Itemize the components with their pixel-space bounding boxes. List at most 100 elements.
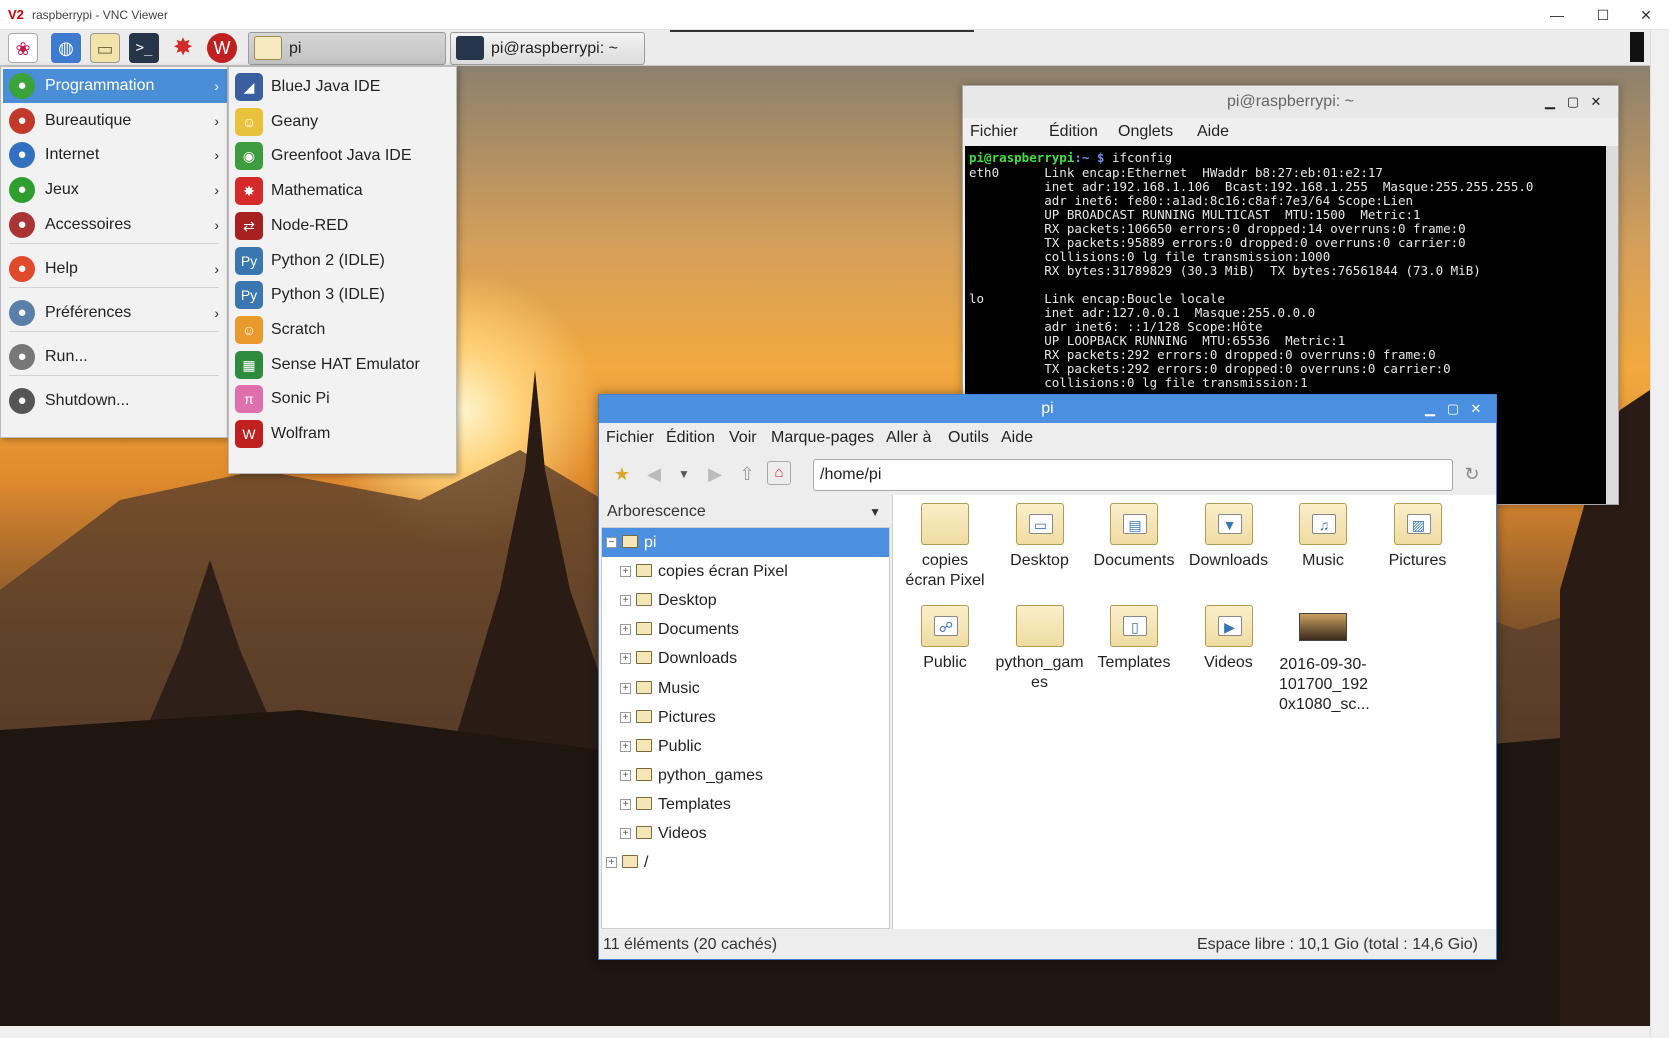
submenu-item-7[interactable]: ☺ Scratch bbox=[229, 311, 456, 348]
tray-icon[interactable] bbox=[1630, 32, 1644, 62]
maximize-icon[interactable]: ▢ bbox=[1444, 400, 1462, 418]
tree-item[interactable]: + Public bbox=[602, 732, 889, 761]
forward-icon[interactable]: ▶ bbox=[702, 461, 728, 487]
expander-icon[interactable]: + bbox=[620, 566, 631, 578]
file-item[interactable]: ♫ Music bbox=[1279, 503, 1367, 571]
tree-item-label: Downloads bbox=[658, 650, 738, 668]
go-icon[interactable]: ↻ bbox=[1459, 461, 1485, 487]
address-bar-input[interactable]: /home/pi bbox=[813, 459, 1453, 491]
maximize-icon[interactable]: ▢ bbox=[1564, 93, 1582, 111]
menu-item-7[interactable]: ● Run... bbox=[3, 340, 227, 374]
submenu-item-2[interactable]: ◉ Greenfoot Java IDE bbox=[229, 137, 456, 174]
tree-item[interactable]: + Pictures bbox=[602, 703, 889, 732]
expander-icon[interactable]: + bbox=[620, 769, 631, 781]
terminal-menu-aide[interactable]: Aide bbox=[1197, 123, 1229, 141]
tree-item[interactable]: + python_games bbox=[602, 761, 889, 790]
terminal-menu-fichier[interactable]: Fichier bbox=[970, 123, 1018, 141]
file-item[interactable]: ☍ Public bbox=[901, 605, 989, 673]
submenu-item-8[interactable]: ▦ Sense HAT Emulator bbox=[229, 346, 456, 383]
vnc-close-button[interactable]: ✕ bbox=[1623, 4, 1669, 26]
raspberry-menu-icon[interactable]: ❀ bbox=[8, 33, 38, 63]
close-icon[interactable]: ✕ bbox=[1467, 400, 1485, 418]
tree-item[interactable]: − pi bbox=[602, 528, 889, 557]
sonicpi-icon: π bbox=[235, 385, 263, 414]
fm-menu-aller[interactable]: Aller à bbox=[886, 429, 931, 447]
minimize-icon[interactable]: ▁ bbox=[1541, 93, 1559, 111]
folder-icon[interactable]: ▭ bbox=[90, 33, 120, 63]
history-dropdown-icon[interactable]: ▼ bbox=[671, 461, 697, 487]
fm-menu-edition[interactable]: Édition bbox=[666, 429, 715, 447]
tree-item[interactable]: + Desktop bbox=[602, 586, 889, 615]
submenu-item-6[interactable]: Py Python 3 (IDLE) bbox=[229, 276, 456, 313]
file-item[interactable]: ▯ Templates bbox=[1090, 605, 1178, 673]
fm-menu-fichier[interactable]: Fichier bbox=[606, 429, 654, 447]
menu-item-2[interactable]: ● Internet › bbox=[3, 138, 227, 172]
menu-item-4[interactable]: ● Accessoires › bbox=[3, 208, 227, 242]
sidepane-selector[interactable]: Arborescence ▼ bbox=[603, 497, 887, 527]
tree-item[interactable]: + Music bbox=[602, 674, 889, 703]
globe-icon[interactable]: ◍ bbox=[51, 33, 81, 63]
tree-item[interactable]: + Documents bbox=[602, 615, 889, 644]
tree-item[interactable]: + copies écran Pixel bbox=[602, 557, 889, 586]
submenu-item-3[interactable]: ✸ Mathematica bbox=[229, 172, 456, 209]
submenu-item-9[interactable]: π Sonic Pi bbox=[229, 380, 456, 417]
vnc-minimize-button[interactable]: — bbox=[1534, 4, 1580, 26]
expander-icon[interactable]: + bbox=[620, 828, 631, 839]
submenu-item-5[interactable]: Py Python 2 (IDLE) bbox=[229, 242, 456, 279]
menu-item-6[interactable]: ● Préférences › bbox=[3, 296, 227, 330]
file-item[interactable]: ▶ Videos bbox=[1185, 605, 1273, 673]
file-item[interactable]: ▭ Desktop bbox=[996, 503, 1084, 571]
task-filemanager[interactable]: pi bbox=[248, 32, 446, 65]
menu-item-5[interactable]: ● Help › bbox=[3, 252, 227, 286]
close-icon[interactable]: ✕ bbox=[1587, 93, 1605, 111]
home-icon[interactable]: ⌂ bbox=[767, 461, 791, 485]
tree-item[interactable]: + / bbox=[602, 848, 889, 877]
menu-item-0[interactable]: ● Programmation › bbox=[3, 69, 227, 103]
tree-item[interactable]: + Templates bbox=[602, 790, 889, 819]
fm-menu-voir[interactable]: Voir bbox=[729, 429, 757, 447]
expander-icon[interactable]: + bbox=[620, 740, 631, 752]
file-item[interactable]: python_gam es bbox=[996, 605, 1084, 693]
tree-item[interactable]: + Downloads bbox=[602, 644, 889, 673]
menu-item-8[interactable]: ● Shutdown... bbox=[3, 384, 227, 418]
terminal-menu-edition[interactable]: Édition bbox=[1049, 123, 1098, 141]
submenu-item-4[interactable]: ⇄ Node-RED bbox=[229, 207, 456, 244]
new-tab-icon[interactable]: ★ bbox=[609, 461, 635, 487]
file-item[interactable]: ▼ Downloads bbox=[1185, 503, 1273, 571]
vnc-vertical-scrollbar[interactable] bbox=[1650, 30, 1669, 1038]
back-icon[interactable]: ◀ bbox=[641, 461, 667, 487]
menu-item-1[interactable]: ● Bureautique › bbox=[3, 104, 227, 138]
file-item[interactable]: ▨ Pictures bbox=[1374, 503, 1462, 571]
expander-icon[interactable]: + bbox=[606, 857, 617, 869]
fm-menu-outils[interactable]: Outils bbox=[948, 429, 989, 447]
mathematica-icon[interactable]: ✸ bbox=[168, 33, 198, 63]
vnc-maximize-button[interactable]: ☐ bbox=[1580, 4, 1626, 26]
minimize-icon[interactable]: ▁ bbox=[1421, 400, 1439, 418]
expander-icon[interactable]: + bbox=[620, 624, 631, 636]
file-item[interactable]: ▤ Documents bbox=[1090, 503, 1178, 571]
expander-icon[interactable]: + bbox=[620, 711, 631, 723]
submenu-item-10[interactable]: W Wolfram bbox=[229, 415, 456, 452]
terminal-menu-onglets[interactable]: Onglets bbox=[1118, 123, 1173, 141]
terminal-scrollbar[interactable] bbox=[1606, 146, 1618, 504]
folder-icon bbox=[622, 855, 638, 869]
submenu-item-0[interactable]: ◢ BlueJ Java IDE bbox=[229, 68, 456, 105]
expander-icon[interactable]: + bbox=[620, 653, 631, 665]
folder-icon bbox=[636, 826, 652, 839]
fm-menu-marque-pages[interactable]: Marque-pages bbox=[771, 429, 874, 447]
file-item[interactable]: 2016-09-30- 101700_192 0x1080_sc... bbox=[1279, 605, 1370, 715]
vnc-horizontal-scrollbar[interactable] bbox=[0, 1026, 1650, 1038]
tree-item[interactable]: + Videos bbox=[602, 819, 889, 848]
up-icon[interactable]: ⇧ bbox=[734, 461, 760, 487]
expander-icon[interactable]: − bbox=[606, 537, 617, 548]
terminal-icon[interactable]: >_ bbox=[129, 33, 159, 63]
submenu-item-1[interactable]: ☺ Geany bbox=[229, 103, 456, 140]
wolfram-icon[interactable]: W bbox=[207, 33, 237, 63]
expander-icon[interactable]: + bbox=[620, 798, 631, 810]
task-terminal[interactable]: pi@raspberrypi: ~ bbox=[450, 32, 645, 65]
file-item[interactable]: copies écran Pixel bbox=[901, 503, 989, 591]
expander-icon[interactable]: + bbox=[620, 595, 631, 607]
fm-menu-aide[interactable]: Aide bbox=[1001, 429, 1033, 447]
menu-item-3[interactable]: ● Jeux › bbox=[3, 173, 227, 207]
expander-icon[interactable]: + bbox=[620, 682, 631, 694]
